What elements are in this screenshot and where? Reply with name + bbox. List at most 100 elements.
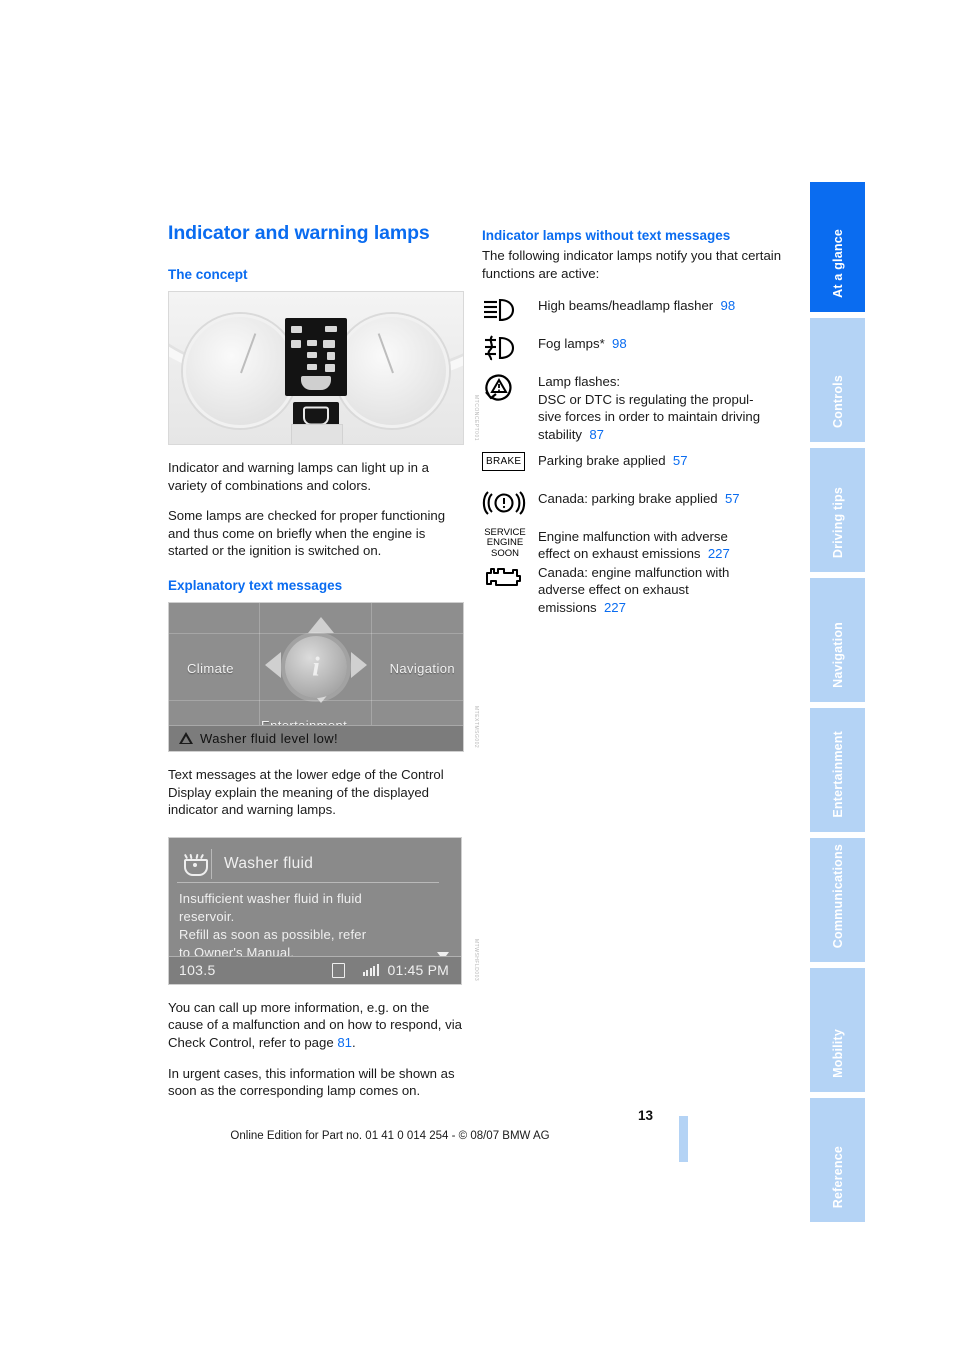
lamp-label-line: effect on exhaust emissions 227	[538, 545, 782, 563]
page-ref[interactable]: 87	[589, 427, 604, 442]
cluster-lower-strip	[291, 424, 343, 444]
status-message-text: Washer fluid level low!	[200, 730, 339, 746]
check-engine-icon	[482, 563, 538, 594]
grid-line	[169, 632, 463, 634]
lamp-row-parking-brake: BRAKE Parking brake applied 57	[482, 451, 782, 482]
lamp-row-fog-lamps: Fog lamps* 98	[482, 334, 782, 365]
tab-navigation[interactable]: Navigation	[810, 578, 865, 702]
lamp-indicator-icon	[323, 340, 335, 348]
tab-controls[interactable]: Controls	[810, 318, 865, 442]
message-line: Refill as soon as possible, refer	[179, 926, 367, 942]
lamp-label: Canada: parking brake applied	[538, 490, 718, 506]
tab-label: Navigation	[830, 622, 845, 688]
lamp-indicator-icon	[325, 326, 337, 332]
check-engine-svg	[486, 567, 521, 586]
fog-lamp-icon	[482, 334, 538, 365]
seatbelt-lamp-icon	[303, 406, 329, 426]
lamp-text-parking-brake-canada: Canada: parking brake applied 57	[538, 489, 782, 508]
service-engine-soon-label: SERVICE ENGINE SOON	[484, 526, 526, 559]
indicator-lamp-list: High beams/headlamp flasher 98 Fog lamps…	[482, 296, 782, 616]
needle-icon	[240, 333, 257, 374]
fog-lamp-svg	[485, 335, 515, 361]
lamp-label: Fog lamps*	[538, 336, 605, 352]
reservoir-icon	[184, 859, 208, 877]
page-reference-81[interactable]: 81	[337, 1035, 352, 1050]
page-number: 13	[638, 1108, 654, 1123]
lamp-label: emissions	[538, 599, 597, 615]
lamp-label: effect on exhaust emissions	[538, 546, 701, 562]
menu-item-navigation[interactable]: Navigation	[390, 661, 455, 676]
parking-brake-canada-svg	[482, 490, 526, 515]
dsc-dtc-svg	[485, 374, 512, 401]
lamp-indicator-icon	[307, 352, 317, 358]
lamp-label: stability	[538, 426, 582, 442]
control-display-status-bar: Washer fluid level low!	[169, 724, 463, 751]
concept-paragraph-2: Some lamps are checked for proper functi…	[168, 508, 446, 559]
page-ref[interactable]: 227	[708, 546, 730, 561]
page-ref[interactable]: 57	[725, 491, 740, 506]
lamp-text-check-engine-canada: Canada: engine malfunction with adverse …	[538, 563, 782, 617]
page-ref[interactable]: 57	[673, 453, 688, 468]
lamp-label-line: sive forces in order to maintain driving	[538, 409, 761, 425]
page-ref[interactable]: 98	[721, 298, 736, 313]
tab-entertainment[interactable]: Entertainment	[810, 708, 865, 832]
lamp-text-dsc-dtc: Lamp flashes: DSC or DTC is regulating t…	[538, 372, 782, 443]
scrollbar[interactable]	[437, 888, 451, 960]
section-tab-strip: At a glance Controls Driving tips Naviga…	[810, 182, 865, 1222]
lamp-label: Parking brake applied	[538, 452, 666, 468]
right-column: Indicator lamps without text messages Th…	[482, 228, 782, 624]
grid-line	[371, 602, 372, 725]
info-glyph: i	[312, 651, 320, 682]
radio-frequency: 103.5	[179, 962, 216, 979]
menu-item-climate[interactable]: Climate	[187, 661, 234, 676]
urgent-cases-paragraph: In urgent cases, this information will b…	[168, 1065, 455, 1099]
grid-line	[259, 602, 260, 725]
lamp-text-service-engine-soon: Engine malfunction with adverse effect o…	[538, 527, 782, 563]
arrow-left-icon	[265, 651, 281, 678]
page-ref[interactable]: 227	[604, 600, 626, 615]
high-beam-svg	[484, 299, 515, 322]
control-display-message-image: Washer fluid Insufficient washer fluid i…	[168, 836, 462, 985]
cluster-indicator-panel	[285, 318, 347, 396]
tab-reference[interactable]: Reference	[810, 1098, 865, 1222]
lamp-row-high-beams: High beams/headlamp flasher 98	[482, 296, 782, 327]
tab-communications[interactable]: Communications	[810, 838, 865, 962]
instrument-cluster-image	[168, 291, 464, 445]
footer-text: Online Edition for Part no. 01 41 0 014 …	[230, 1130, 550, 1142]
needle-icon	[377, 333, 394, 374]
message-line: Insufficient washer fluid in fluid	[179, 890, 362, 906]
figure-washer-fluid-message: Washer fluid Insufficient washer fluid i…	[168, 836, 479, 985]
tab-driving-tips[interactable]: Driving tips	[810, 448, 865, 572]
lamp-indicator-icon	[291, 340, 301, 348]
lamp-label: High beams/headlamp flasher	[538, 298, 714, 314]
message-title: Washer fluid	[224, 854, 314, 872]
lamp-indicator-icon	[307, 340, 317, 346]
check-control-paragraph: You can call up more information, e.g. o…	[168, 999, 464, 1052]
speedometer-dial	[183, 314, 297, 428]
lamp-indicator-icon	[307, 364, 317, 370]
lamp-indicator-icon	[325, 364, 335, 372]
section-heading-text-messages: Explanatory text messages	[168, 577, 343, 593]
tab-label: Reference	[830, 1145, 845, 1208]
text-messages-paragraph: Text messages at the lower edge of the C…	[168, 766, 444, 818]
lamp-row-check-engine-canada: Canada: engine malfunction with adverse …	[482, 563, 782, 617]
figure-code: MTCONCEPT001	[473, 394, 479, 441]
washer-fluid-glyph	[182, 854, 208, 877]
lamps-intro-paragraph: The following indicator lamps notify you…	[482, 248, 782, 281]
lamp-label-line: DSC or DTC is regulating the propul-	[538, 391, 754, 407]
tab-label: Communications	[830, 843, 845, 948]
cd-icon	[331, 962, 345, 978]
washer-fluid-icon	[177, 848, 212, 879]
tab-label: Mobility	[830, 1029, 845, 1078]
page-ref[interactable]: 98	[612, 336, 627, 351]
lamp-indicator-icon	[291, 326, 302, 333]
brake-text-icon: BRAKE	[482, 451, 538, 482]
parking-brake-canada-icon	[482, 489, 538, 520]
tab-at-a-glance[interactable]: At a glance	[810, 182, 865, 312]
tab-mobility[interactable]: Mobility	[810, 968, 865, 1092]
warning-triangle-icon	[179, 732, 193, 745]
lamp-label-line: adverse effect on exhaust	[538, 582, 689, 598]
left-column: Indicator and warning lamps The concept	[168, 222, 479, 1100]
figure-code: MTEXTMSG002	[473, 705, 479, 748]
service-engine-soon-icon: SERVICE ENGINE SOON	[482, 527, 538, 560]
